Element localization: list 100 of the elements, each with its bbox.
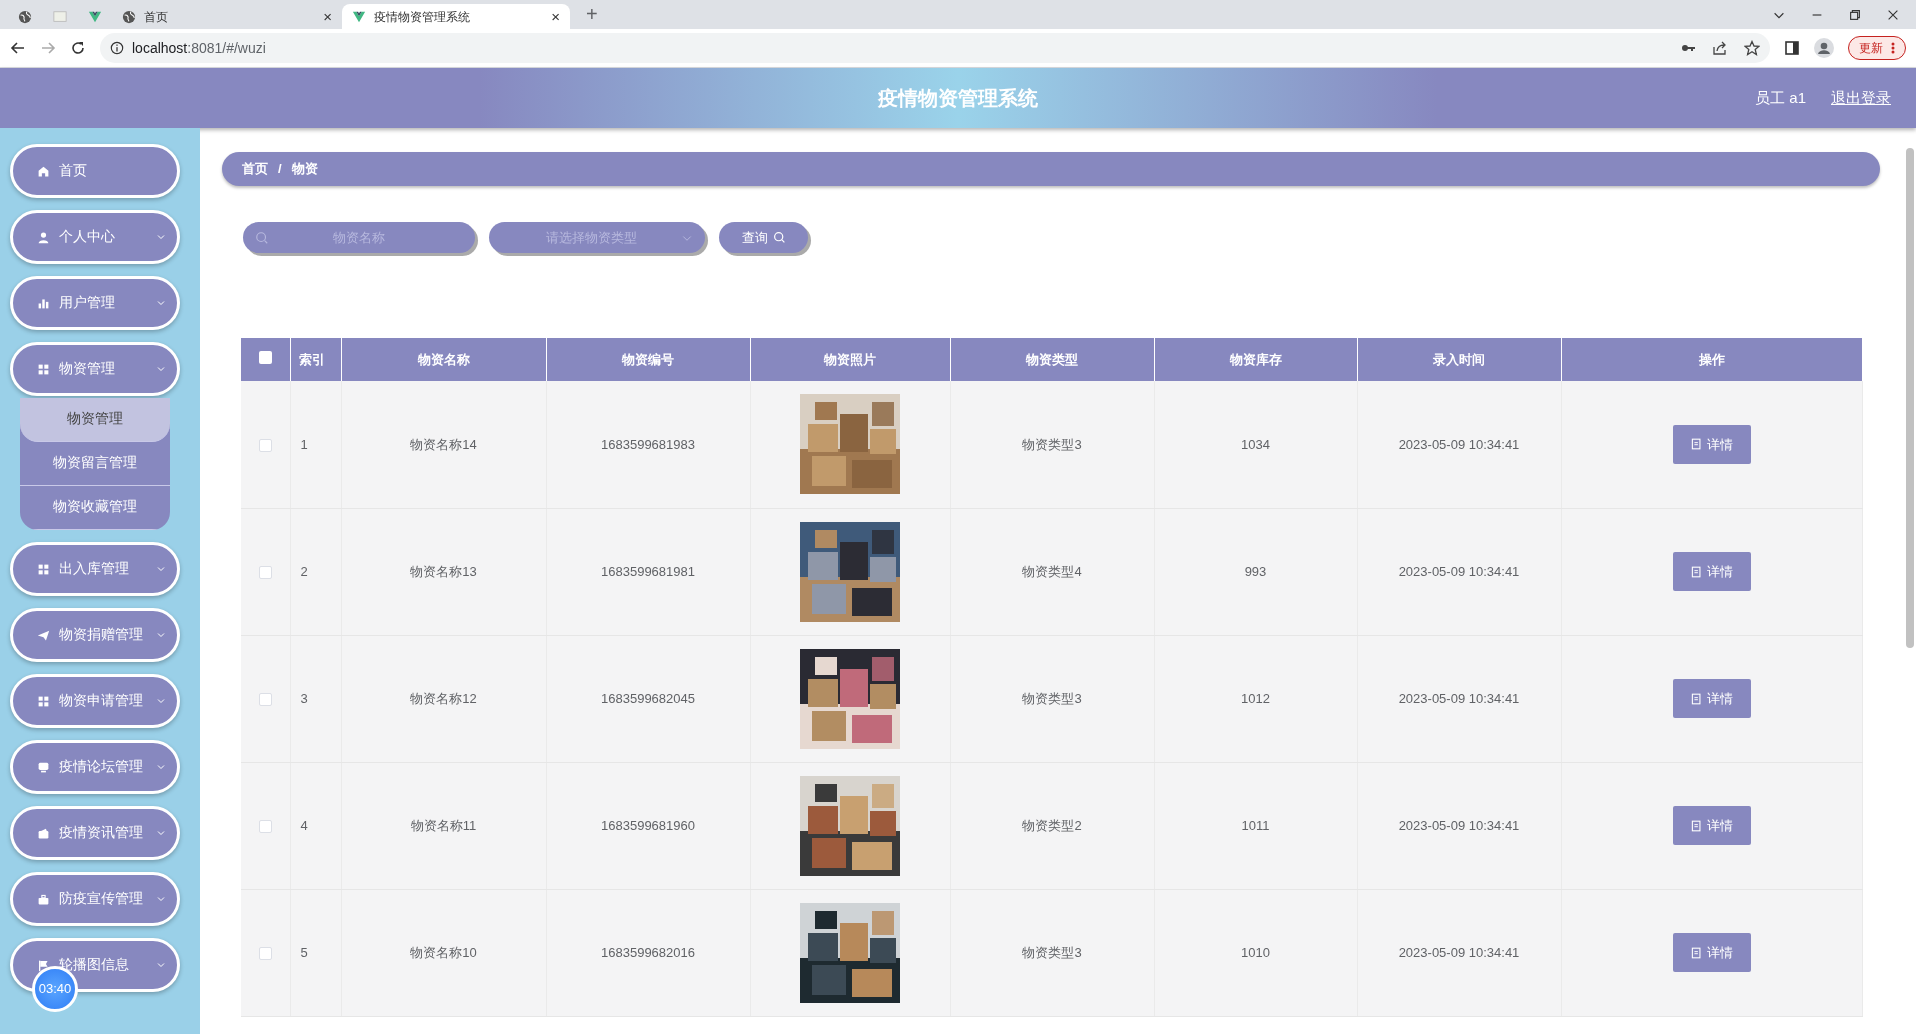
table-cell: 1683599681981	[601, 563, 695, 579]
column-header: 物资类型	[950, 338, 1154, 381]
menu-item[interactable]: 疫情资讯管理	[10, 806, 180, 860]
reload-icon[interactable]	[70, 40, 86, 56]
table-cell: 物资名称11	[410, 817, 477, 833]
menu-item[interactable]: 防疫宣传管理	[10, 872, 180, 926]
menu-item[interactable]: 物资管理	[10, 342, 180, 396]
table-cell: 物资名称13	[410, 563, 477, 579]
table-cell: 1010	[1241, 944, 1270, 960]
share-icon[interactable]	[1712, 40, 1728, 56]
table-cell: 物资类型4	[1022, 563, 1082, 579]
menu-item[interactable]: 首页	[10, 144, 180, 198]
flag-icon	[37, 958, 50, 972]
table-cell: 1683599682016	[601, 944, 695, 960]
detail-button[interactable]: 详情	[1672, 933, 1751, 972]
table-cell: 1011	[1241, 817, 1270, 833]
table-cell: 物资类型3	[1022, 944, 1082, 960]
close-icon[interactable]: ×	[551, 9, 560, 24]
row-checkbox[interactable]	[258, 819, 272, 833]
row-checkbox[interactable]	[258, 565, 272, 579]
breadcrumb-item[interactable]: 首页	[242, 159, 268, 179]
select-all-checkbox[interactable]	[258, 350, 272, 364]
chat-icon	[37, 760, 50, 774]
detail-button[interactable]: 详情	[1672, 424, 1751, 464]
table-cell: 1683599681960	[601, 817, 695, 833]
scrollbar[interactable]	[1906, 148, 1914, 648]
submenu-item[interactable]: 物资收藏管理	[20, 486, 170, 530]
page-icon	[52, 9, 68, 24]
row-checkbox[interactable]	[258, 692, 272, 706]
detail-button[interactable]: 详情	[1672, 552, 1751, 591]
document-icon	[1690, 946, 1702, 959]
table-cell: 物资类型3	[1022, 436, 1082, 452]
more-icon	[1891, 41, 1895, 55]
grid-icon	[37, 562, 50, 576]
submenu-item[interactable]: 物资留言管理	[20, 442, 170, 486]
table-cell: 2023-05-09 10:34:41	[1398, 944, 1520, 960]
row-checkbox[interactable]	[258, 438, 272, 452]
v-logo-icon	[352, 9, 366, 24]
table-cell: 2023-05-09 10:34:41	[1398, 436, 1520, 452]
table-cell: 物资类型3	[1022, 690, 1082, 706]
menu-item[interactable]: 出入库管理	[10, 542, 180, 596]
briefcase-icon	[37, 892, 50, 906]
url-text: localhost:8081/#/wuzi	[132, 38, 266, 58]
breadcrumb-item[interactable]: 物资	[291, 159, 318, 179]
browser-tab[interactable]: 疫情物资管理系统 ×	[342, 4, 570, 29]
person-icon	[37, 230, 50, 244]
grid-icon	[37, 694, 50, 708]
detail-button[interactable]: 详情	[1672, 679, 1751, 718]
menu-item[interactable]: 物资申请管理	[10, 674, 180, 728]
table-cell: 2023-05-09 10:34:41	[1398, 690, 1520, 706]
close-icon[interactable]: ×	[323, 9, 332, 24]
column-header: 物资编号	[546, 338, 750, 381]
submenu-item[interactable]: 物资管理	[20, 398, 170, 442]
document-icon	[1690, 438, 1702, 451]
table-cell: 4	[300, 817, 308, 833]
table-cell: 2023-05-09 10:34:41	[1398, 563, 1520, 579]
column-header: 物资照片	[750, 338, 950, 381]
column-header: 录入时间	[1357, 338, 1561, 381]
document-icon	[1690, 692, 1702, 705]
home-icon	[37, 164, 50, 178]
column-header: 索引	[290, 338, 341, 381]
restore-icon[interactable]	[1848, 7, 1862, 22]
wallet-icon	[37, 826, 50, 840]
row-checkbox[interactable]	[258, 946, 272, 960]
star-icon[interactable]	[1744, 40, 1760, 56]
table-cell: 1034	[1241, 436, 1270, 452]
search-icon	[255, 231, 269, 245]
new-tab-icon[interactable]: +	[570, 0, 614, 29]
bar-chart-icon	[37, 296, 50, 310]
column-header: 物资库存	[1154, 338, 1357, 381]
browser-tab[interactable]: 首页 ×	[112, 4, 342, 29]
globe-icon	[122, 9, 136, 24]
table-cell: 993	[1244, 563, 1267, 579]
update-button[interactable]: 更新	[1848, 36, 1906, 60]
table-cell: 1683599682045	[601, 690, 695, 706]
table-cell: 1683599681983	[601, 436, 695, 452]
menu-item[interactable]: 个人中心	[10, 210, 180, 264]
menu-item[interactable]: 物资捐赠管理	[10, 608, 180, 662]
menu-item[interactable]: 疫情论坛管理	[10, 740, 180, 794]
column-header: 操作	[1561, 338, 1862, 381]
app-title: 疫情物资管理系统	[878, 86, 1038, 111]
table-cell: 1	[300, 436, 308, 452]
v-logo-icon	[88, 9, 102, 24]
query-button[interactable]: 查询	[719, 222, 808, 253]
info-icon	[110, 41, 124, 55]
user-name: 员工 a1	[1755, 87, 1806, 108]
detail-button[interactable]: 详情	[1672, 806, 1751, 845]
table-cell: 物资名称10	[410, 944, 477, 960]
side-panel-icon[interactable]	[1784, 40, 1800, 56]
logout-link[interactable]: 退出登录	[1831, 86, 1891, 110]
table-cell: 物资名称12	[410, 690, 477, 706]
profile-icon[interactable]	[1814, 38, 1834, 58]
address-bar[interactable]: localhost:8081/#/wuzi	[100, 33, 1770, 63]
back-icon[interactable]	[10, 40, 26, 56]
grid-icon	[37, 362, 50, 376]
document-icon	[1690, 565, 1702, 578]
search-icon	[772, 231, 786, 244]
menu-item[interactable]: 用户管理	[10, 276, 180, 330]
table-cell: 5	[300, 944, 308, 960]
table-cell: 2	[300, 563, 308, 579]
